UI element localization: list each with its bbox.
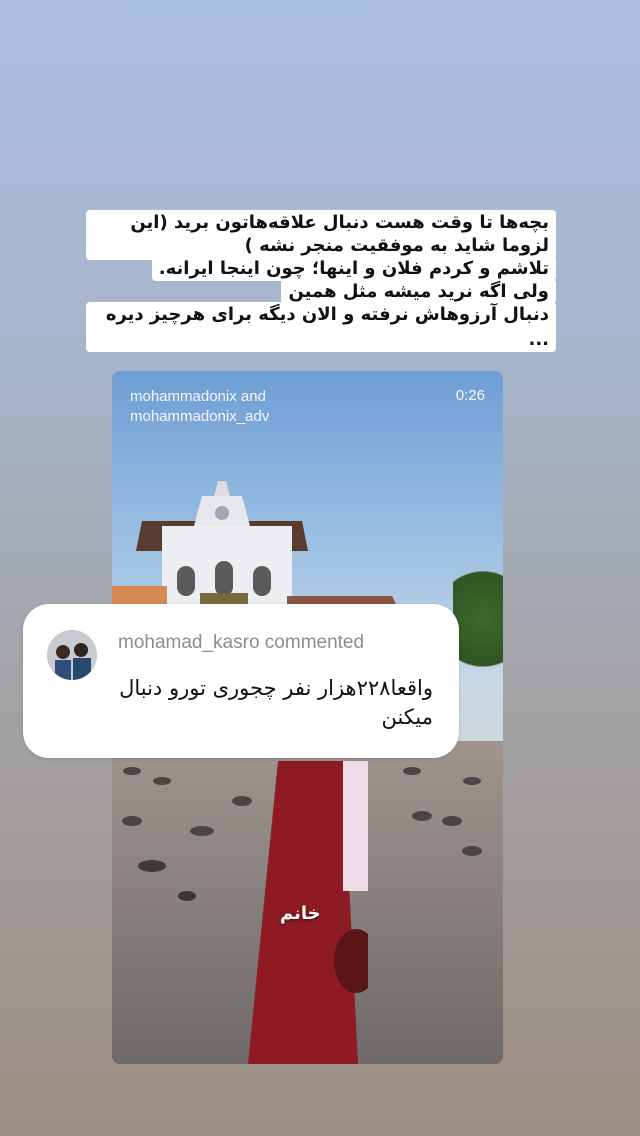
caption-line: تلاشم و کردم فلان و اینها؛ چون اینجا ایر… xyxy=(151,256,556,281)
caption-line: ولی اگه نرید میشه مثل همین xyxy=(281,279,556,304)
caption-line: دنبال آرزوهاش نرفته و الان دیگه برای هرچ… xyxy=(86,302,556,352)
caption-line: لزوما شاید به موفقیت منجر نشه ) xyxy=(237,233,556,258)
video-author-line: mohammadonix_adv xyxy=(130,408,270,425)
tree-image xyxy=(453,571,503,691)
video-author-handle: mohammadonix and mohammadonix_adv xyxy=(130,387,269,427)
story-caption: بچه‌ها تا وقت هست دنبال علاقه‌هاتون برید… xyxy=(86,210,556,352)
avatar xyxy=(47,630,97,680)
comment-reply-card[interactable]: mohamad_kasro commented واقعا۲۲۸هزار نفر… xyxy=(23,604,459,758)
comment-text: واقعا۲۲۸هزار نفر چجوری تورو دنبال میکنن xyxy=(119,676,433,729)
video-duration: 0:26 xyxy=(455,387,485,404)
video-text-sticker: خانم xyxy=(280,903,321,924)
comment-username: mohamad_kasro commented xyxy=(118,632,365,653)
video-author-line: mohammadonix and xyxy=(130,388,266,405)
